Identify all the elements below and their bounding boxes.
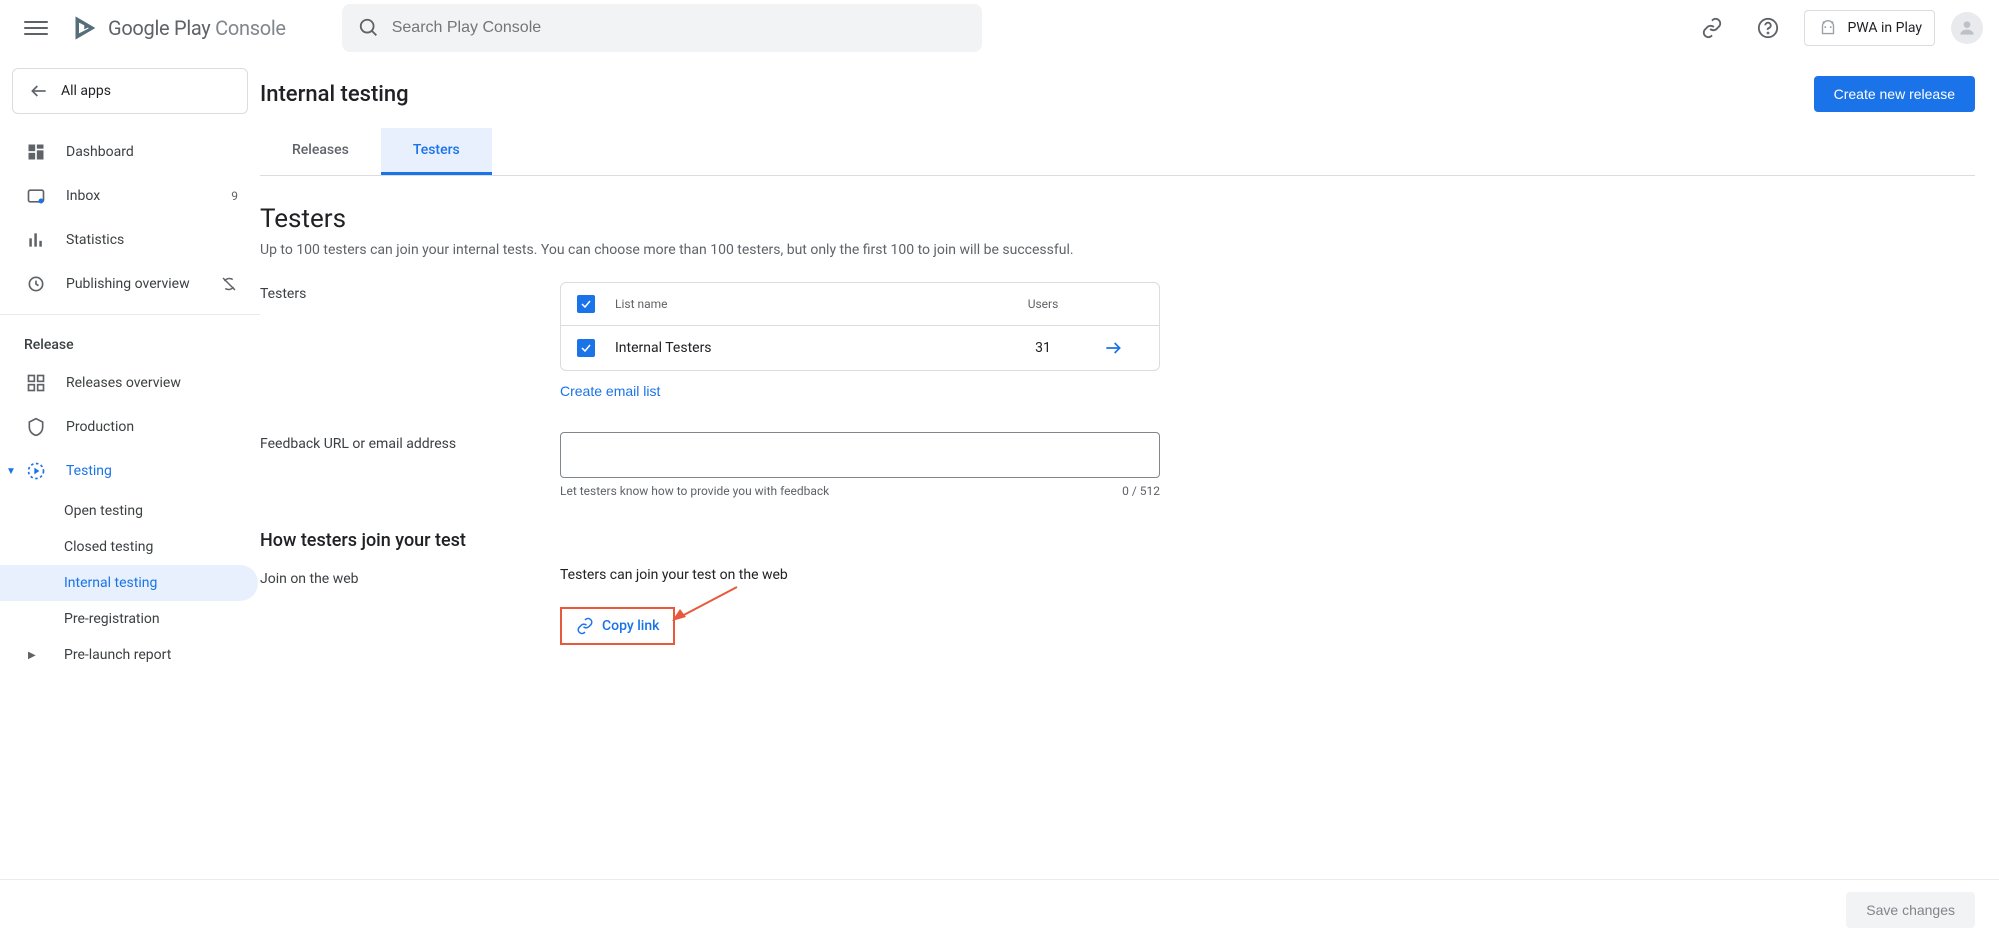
- row-arrow-icon[interactable]: [1103, 338, 1143, 358]
- search-input[interactable]: [392, 19, 966, 37]
- sidebar-item-publishing[interactable]: Publishing overview: [0, 262, 258, 306]
- col-list-name: List name: [615, 297, 983, 311]
- play-console-icon: [72, 14, 100, 42]
- page-title: Internal testing: [260, 82, 409, 107]
- search-icon: [358, 17, 380, 39]
- table-row: Internal Testers 31: [561, 326, 1159, 370]
- link-icon[interactable]: [1692, 8, 1732, 48]
- testing-icon: [24, 459, 48, 483]
- sidebar-item-label: Closed testing: [64, 539, 153, 555]
- sidebar-item-label: Publishing overview: [66, 276, 190, 292]
- avatar[interactable]: [1951, 12, 1983, 44]
- create-email-list-link[interactable]: Create email list: [560, 371, 660, 399]
- caret-right-icon: ▶: [28, 650, 36, 661]
- sidebar-item-label: Releases overview: [66, 375, 181, 391]
- sidebar-item-label: Pre-launch report: [64, 647, 171, 663]
- sidebar-item-label: Dashboard: [66, 144, 134, 160]
- all-apps-label: All apps: [61, 83, 111, 99]
- feedback-input[interactable]: [560, 432, 1160, 478]
- sidebar-item-production[interactable]: Production: [0, 405, 258, 449]
- sidebar-item-label: Statistics: [66, 232, 124, 248]
- row-name: Internal Testers: [615, 340, 983, 356]
- statistics-icon: [24, 228, 48, 252]
- testers-row-label: Testers: [260, 282, 520, 302]
- tab-releases[interactable]: Releases: [260, 128, 381, 175]
- join-description: Testers can join your test on the web: [560, 567, 1160, 583]
- sidebar-item-label: Internal testing: [64, 575, 157, 591]
- select-all-checkbox[interactable]: [577, 295, 595, 313]
- join-row-label: Join on the web: [260, 567, 520, 587]
- logo-text: Google Play Console: [108, 16, 286, 40]
- releases-icon: [24, 371, 48, 395]
- feedback-label: Feedback URL or email address: [260, 432, 520, 452]
- publishing-icon: [24, 272, 48, 296]
- inbox-badge: 9: [231, 189, 238, 203]
- sidebar-item-inbox[interactable]: Inbox 9: [0, 174, 258, 218]
- sidebar-item-label: Testing: [66, 463, 112, 479]
- create-release-button[interactable]: Create new release: [1814, 76, 1975, 112]
- search-bar[interactable]: [342, 4, 982, 52]
- tabs: Releases Testers: [260, 128, 1975, 176]
- copy-link-button[interactable]: Copy link: [560, 607, 675, 645]
- inbox-icon: [24, 184, 48, 208]
- link-icon: [576, 617, 594, 635]
- sidebar-item-internal-testing[interactable]: Internal testing: [0, 565, 258, 601]
- all-apps-button[interactable]: All apps: [12, 68, 248, 114]
- testers-description: Up to 100 testers can join your internal…: [260, 242, 1975, 258]
- dashboard-icon: [24, 140, 48, 164]
- sidebar-item-label: Inbox: [66, 188, 100, 204]
- app-selector[interactable]: PWA in Play: [1804, 10, 1935, 46]
- testers-heading: Testers: [260, 204, 1975, 234]
- testers-table: List name Users Internal Testers 31: [560, 282, 1160, 371]
- feedback-helper: Let testers know how to provide you with…: [560, 484, 829, 498]
- hamburger-menu-icon[interactable]: [16, 8, 56, 48]
- copy-link-label: Copy link: [602, 618, 659, 634]
- table-header: List name Users: [561, 283, 1159, 326]
- no-sync-icon: [220, 275, 238, 293]
- sidebar-item-label: Pre-registration: [64, 611, 160, 627]
- sidebar-item-statistics[interactable]: Statistics: [0, 218, 258, 262]
- sidebar-item-label: Open testing: [64, 503, 143, 519]
- sidebar-item-releases-overview[interactable]: Releases overview: [0, 361, 258, 405]
- caret-down-icon: ▼: [6, 466, 16, 477]
- production-icon: [24, 415, 48, 439]
- sidebar-item-dashboard[interactable]: Dashboard: [0, 130, 258, 174]
- sidebar-item-pre-launch-report[interactable]: ▶ Pre-launch report: [0, 637, 258, 673]
- sidebar-item-pre-registration[interactable]: Pre-registration: [0, 601, 258, 637]
- sidebar-item-closed-testing[interactable]: Closed testing: [0, 529, 258, 565]
- col-users: Users: [1003, 297, 1083, 311]
- sidebar-item-testing[interactable]: ▼ Testing: [0, 449, 258, 493]
- join-heading: How testers join your test: [260, 530, 1975, 551]
- row-users: 31: [1003, 340, 1083, 356]
- arrow-left-icon: [29, 81, 49, 101]
- tab-testers[interactable]: Testers: [381, 128, 492, 175]
- save-changes-button[interactable]: Save changes: [1846, 892, 1975, 928]
- sidebar-section-release: Release: [0, 323, 260, 361]
- row-checkbox[interactable]: [577, 339, 595, 357]
- feedback-counter: 0 / 512: [1122, 484, 1160, 498]
- annotation-arrow-icon: [672, 585, 742, 625]
- android-icon: [1817, 17, 1839, 39]
- logo[interactable]: Google Play Console: [72, 14, 286, 42]
- sidebar-item-label: Production: [66, 419, 134, 435]
- help-icon[interactable]: [1748, 8, 1788, 48]
- app-selector-label: PWA in Play: [1847, 20, 1922, 36]
- sidebar-item-open-testing[interactable]: Open testing: [0, 493, 258, 529]
